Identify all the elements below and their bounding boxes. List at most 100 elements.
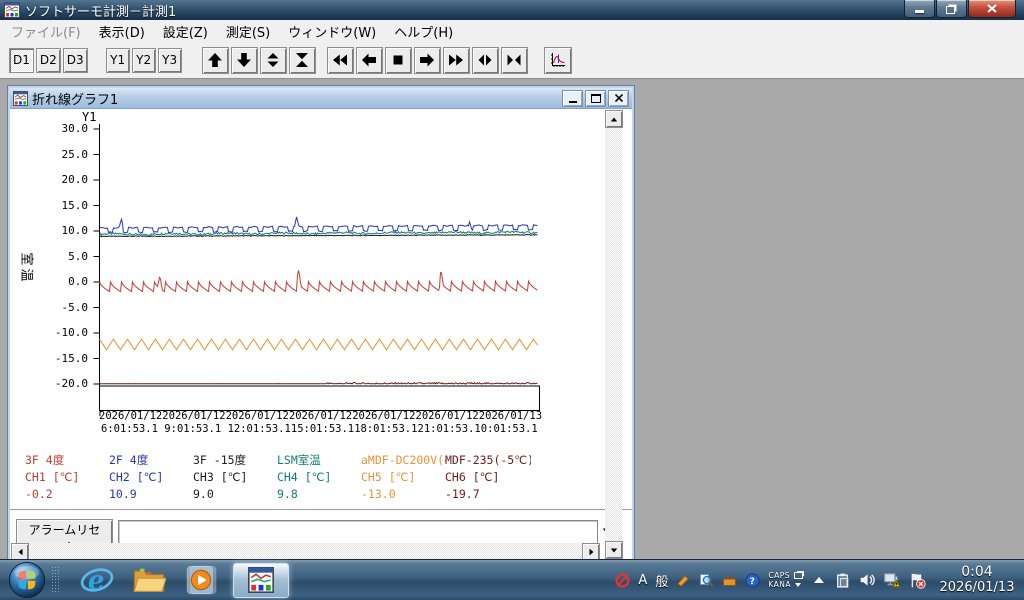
toolbar-button-y1[interactable]: Y1 [106, 48, 130, 73]
line-graph-button[interactable] [544, 47, 572, 74]
display-buttons: D1D2D3 [9, 48, 90, 73]
show-hidden-icons-button[interactable] [814, 577, 824, 583]
screen: ソフトサーモ計測－計測1 ファイル(F)表示(D)設定(Z)測定(S)ウィンドウ… [0, 0, 1024, 600]
help-icon[interactable]: ? [745, 573, 760, 588]
close-icon [615, 94, 623, 102]
scrollbar-right-button[interactable] [582, 543, 600, 559]
channel-name: 2F 4度 [109, 452, 195, 469]
softthermo-taskbar-button[interactable] [233, 563, 289, 598]
stop-button[interactable] [385, 47, 412, 74]
compress-vertical-button[interactable] [289, 47, 316, 74]
vertical-scrollbar-track[interactable] [605, 128, 622, 541]
graph-window-title: 折れ線グラフ1 [32, 89, 118, 108]
scroll-buttons [202, 47, 530, 74]
legend-channel-5: aMDF-DC200V(+7CH5 [℃]-13.0 [361, 452, 447, 503]
triangle-up-icon [611, 117, 617, 121]
step-right-icon [419, 52, 435, 68]
ime-input-mode-label[interactable]: A [638, 573, 647, 588]
media-player-icon [184, 563, 218, 597]
media-player-button[interactable] [182, 560, 220, 600]
y-tick-label: -10.0 [28, 326, 88, 339]
x-tick-time: 21:01:53.1 [418, 423, 481, 435]
separator [10, 509, 632, 511]
menu-item[interactable]: ウィンドウ(W) [279, 20, 385, 43]
network-icon[interactable] [883, 572, 901, 588]
action-center-flag-icon[interactable] [909, 572, 926, 589]
y-tick-label: -15.0 [28, 352, 88, 365]
ime-conversion-mode-label[interactable]: 般 [655, 571, 668, 590]
softthermo-app-icon [248, 567, 274, 593]
x-tick-date: 2026/01/13 [479, 410, 542, 422]
restore-button[interactable] [936, 0, 967, 18]
graph-window-buttons [562, 90, 629, 107]
menu-item[interactable]: ファイル(F) [2, 20, 90, 43]
windows-explorer-button[interactable] [130, 560, 168, 600]
start-button[interactable] [8, 561, 46, 599]
restore-icon [946, 6, 955, 14]
legend-channel-2: 2F 4度CH2 [℃]10.9 [109, 452, 195, 503]
line-graph-icon [549, 51, 567, 69]
close-button[interactable] [968, 0, 1016, 18]
fast-rewind-button[interactable] [327, 47, 354, 74]
volume-icon[interactable] [859, 572, 875, 588]
compress-horizontal-button[interactable] [501, 47, 528, 74]
app-title: ソフトサーモ計測－計測1 [25, 1, 176, 20]
scrollbar-down-button[interactable] [605, 541, 623, 559]
alarm-reset-button[interactable]: アラームリセット [16, 519, 113, 545]
internet-explorer-button[interactable]: e [78, 560, 116, 600]
graph-maximize-button[interactable] [585, 90, 606, 107]
ime-key-status[interactable]: CAPS KANA [768, 571, 803, 589]
legend-channel-3: 3F -15度CH3 [℃]9.0 [193, 452, 279, 503]
scroll-up-button[interactable] [202, 47, 229, 74]
graph-close-button[interactable] [608, 90, 629, 107]
close-icon [987, 4, 997, 13]
toolbar-button-y2[interactable]: Y2 [132, 48, 156, 73]
menu-item[interactable]: ヘルプ(H) [385, 20, 462, 43]
step-left-button[interactable] [356, 47, 383, 74]
fast-forward-button[interactable] [443, 47, 470, 74]
channel-name: LSM室温 [277, 452, 363, 469]
legend-channel-1: 3F 4度CH1 [℃]-0.2 [25, 452, 111, 503]
channel-name: MDF-235(-5℃) [445, 452, 531, 469]
y-tick-label: 10.0 [28, 224, 88, 237]
graph-minimize-button[interactable] [562, 90, 583, 107]
step-right-button[interactable] [414, 47, 441, 74]
graph-window-icon [13, 91, 28, 106]
ime-tools-icon[interactable] [722, 573, 737, 588]
channel-value: -19.7 [445, 486, 531, 503]
x-tick-date: 2026/01/12 [99, 410, 162, 422]
horizontal-scrollbar[interactable] [11, 543, 600, 559]
graph-window[interactable]: 折れ線グラフ1 Y1 室温 30.025.020.015.010.05.00.0… [8, 86, 634, 564]
toolbar-button-d1[interactable]: D1 [9, 48, 34, 73]
clipboard-icon[interactable] [835, 572, 851, 589]
menu-item[interactable]: 表示(D) [90, 20, 154, 43]
ime-dictionary-icon[interactable] [699, 573, 714, 588]
alarm-message-input[interactable] [118, 520, 598, 544]
menu-item[interactable]: 設定(Z) [154, 20, 217, 43]
channel-value: 9.0 [193, 486, 279, 503]
chevron-down-icon [795, 583, 801, 587]
series-line-ch1 [100, 271, 538, 292]
toolbar-button-y3[interactable]: Y3 [158, 48, 182, 73]
channel-unit-label: CH2 [℃] [109, 469, 195, 486]
toolbar-button-d2[interactable]: D2 [36, 48, 61, 73]
step-left-icon [361, 52, 377, 68]
menu-item[interactable]: 測定(S) [217, 20, 279, 43]
expand-horizontal-button[interactable] [472, 47, 499, 74]
vertical-scrollbar[interactable] [605, 110, 622, 559]
minimize-button[interactable] [904, 0, 935, 18]
toolbar-button-d3[interactable]: D3 [63, 48, 88, 73]
y-tick-label: 30.0 [28, 122, 88, 135]
series-line-ch6 [100, 383, 538, 384]
horizontal-scrollbar-track[interactable] [29, 543, 582, 559]
expand-vertical-button[interactable] [260, 47, 287, 74]
minimize-icon [569, 101, 577, 103]
ime-pad-icon[interactable] [676, 573, 691, 588]
channel-unit-label: CH5 [℃] [361, 469, 447, 486]
taskbar-clock[interactable]: 0:04 2026/01/13 [934, 564, 1020, 596]
scroll-down-button[interactable] [231, 47, 258, 74]
graph-window-titlebar[interactable]: 折れ線グラフ1 [10, 88, 632, 109]
scrollbar-up-button[interactable] [605, 110, 623, 128]
security-icon[interactable] [615, 573, 630, 588]
scrollbar-left-button[interactable] [11, 543, 29, 559]
